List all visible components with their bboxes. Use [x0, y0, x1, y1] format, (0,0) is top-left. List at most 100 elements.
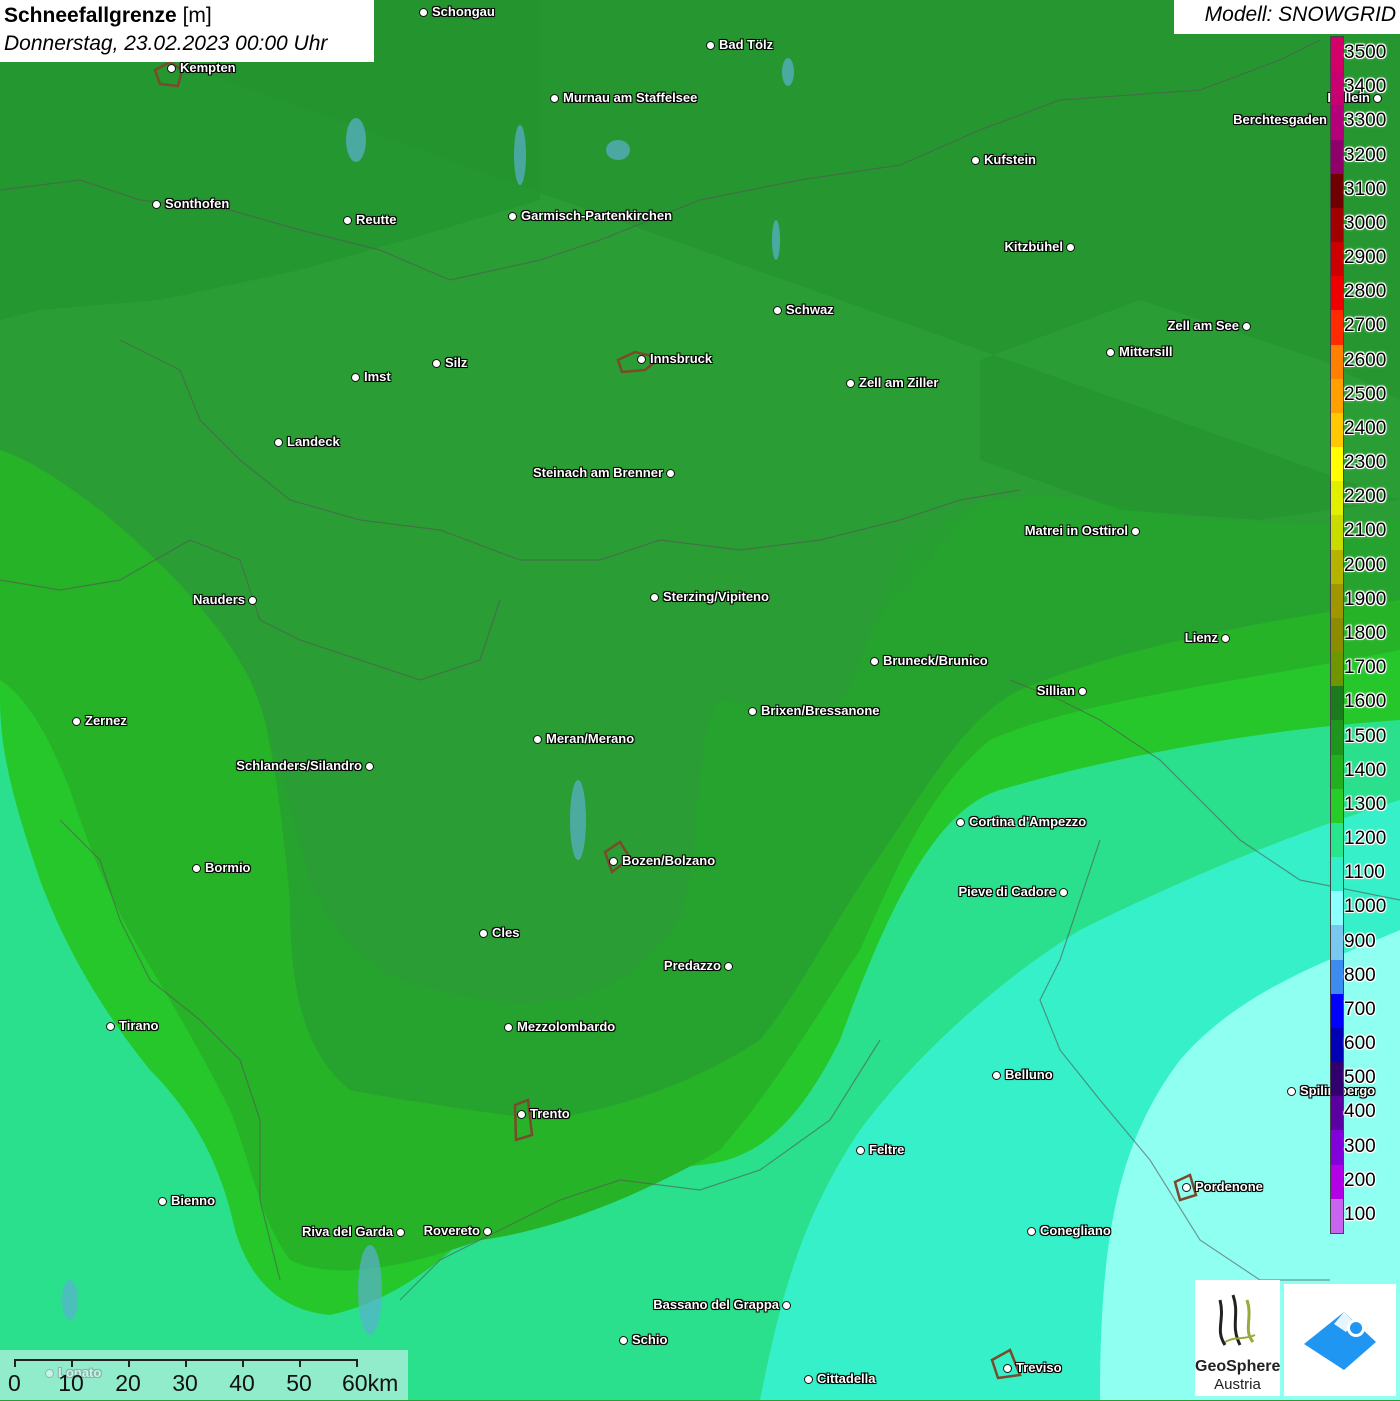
city-marker-icon[interactable] — [248, 596, 257, 605]
city-marker-icon[interactable] — [666, 469, 675, 478]
legend-label: 1100 — [1344, 862, 1385, 884]
legend-label: 800 — [1344, 964, 1376, 986]
legend-label: 2500 — [1344, 383, 1387, 405]
city-marker-icon[interactable] — [804, 1375, 813, 1384]
scale-label: 40 — [229, 1370, 255, 1396]
geosphere-emblem-icon — [1218, 1294, 1256, 1346]
city-marker-icon[interactable] — [343, 216, 352, 225]
city-marker-icon[interactable] — [158, 1197, 167, 1206]
city-marker-icon[interactable] — [72, 717, 81, 726]
city-marker-icon[interactable] — [748, 707, 757, 716]
legend-label: 1000 — [1344, 896, 1387, 918]
legend-swatch — [1331, 652, 1343, 687]
legend-swatch — [1331, 412, 1343, 448]
legend-label: 1800 — [1344, 623, 1387, 644]
city-label: Bad Tölz — [719, 37, 774, 52]
city-label: Zell am Ziller — [859, 375, 939, 390]
city-label: Steinach am Brenner — [532, 465, 663, 480]
city-label: Pordenone — [1195, 1179, 1263, 1194]
city-label: Predazzo — [663, 958, 721, 973]
city-label: Belluno — [1005, 1067, 1053, 1082]
legend-label: 2100 — [1344, 520, 1387, 542]
city-label: Bienno — [171, 1193, 216, 1208]
legend-label: 3300 — [1344, 110, 1387, 132]
city-marker-icon[interactable] — [419, 8, 428, 17]
city-marker-icon[interactable] — [106, 1022, 115, 1031]
city-marker-icon[interactable] — [971, 156, 980, 165]
city-marker-icon[interactable] — [504, 1023, 513, 1032]
city-label: Kufstein — [984, 152, 1036, 167]
city-marker-icon[interactable] — [1003, 1364, 1012, 1373]
snowgrid-logo[interactable] — [1284, 1284, 1396, 1396]
city-marker-icon[interactable] — [152, 200, 161, 209]
city-marker-icon[interactable] — [609, 857, 618, 866]
scale-tick — [356, 1359, 358, 1367]
scale-tick — [14, 1359, 16, 1367]
legend-swatch — [1331, 139, 1343, 175]
city-marker-icon[interactable] — [1182, 1183, 1191, 1192]
city-marker-icon[interactable] — [706, 41, 715, 50]
city-marker-icon[interactable] — [724, 962, 733, 971]
city-marker-icon[interactable] — [1131, 527, 1140, 536]
city-marker-icon[interactable] — [1059, 888, 1068, 897]
geosphere-logo[interactable]: GeoSphere Austria — [1195, 1280, 1280, 1396]
legend-label: 2400 — [1344, 417, 1387, 439]
city-label: Brixen/Bressanone — [761, 703, 880, 718]
legend-label: 2000 — [1344, 554, 1387, 576]
city-label: Trento — [530, 1106, 570, 1121]
city-label: Sillian — [1036, 683, 1075, 698]
city-marker-icon[interactable] — [396, 1228, 405, 1237]
city-marker-icon[interactable] — [619, 1336, 628, 1345]
legend-swatch — [1331, 1198, 1343, 1234]
city-marker-icon[interactable] — [274, 438, 283, 447]
city-marker-icon[interactable] — [1221, 634, 1230, 643]
city-marker-icon[interactable] — [550, 94, 559, 103]
legend-swatch — [1331, 549, 1343, 585]
legend-swatch — [1331, 617, 1343, 653]
city-marker-icon[interactable] — [650, 593, 659, 602]
city-marker-icon[interactable] — [167, 64, 176, 73]
city-label: Conegliano — [1040, 1223, 1111, 1238]
city-marker-icon[interactable] — [432, 359, 441, 368]
city-label: Cles — [492, 925, 520, 940]
legend-label: 500 — [1344, 1067, 1376, 1089]
city-marker-icon[interactable] — [508, 212, 517, 221]
city-marker-icon[interactable] — [365, 762, 374, 771]
city-marker-icon[interactable] — [1078, 687, 1087, 696]
legend-label: 3000 — [1344, 212, 1387, 234]
legend-swatch — [1331, 37, 1343, 72]
city-marker-icon[interactable] — [637, 355, 646, 364]
legend-swatch — [1331, 822, 1343, 858]
city-label: Cittadella — [817, 1371, 876, 1386]
city-marker-icon[interactable] — [992, 1071, 1001, 1080]
city-marker-icon[interactable] — [870, 657, 879, 666]
scale-label: 60km — [342, 1370, 399, 1396]
scale-tick — [71, 1359, 73, 1367]
city-marker-icon[interactable] — [1027, 1227, 1036, 1236]
city-marker-icon[interactable] — [856, 1146, 865, 1155]
legend-swatch — [1331, 481, 1343, 516]
city-marker-icon[interactable] — [479, 929, 488, 938]
city-label: Murnau am Staffelsee — [563, 90, 698, 105]
city-marker-icon[interactable] — [192, 864, 201, 873]
city-label: Matrei in Osttirol — [1024, 523, 1128, 538]
city-marker-icon[interactable] — [351, 373, 360, 382]
city-label: Mittersill — [1119, 344, 1173, 359]
city-marker-icon[interactable] — [1287, 1087, 1296, 1096]
city-marker-icon[interactable] — [846, 379, 855, 388]
city-marker-icon[interactable] — [773, 306, 782, 315]
city-marker-icon[interactable] — [956, 818, 965, 827]
city-marker-icon[interactable] — [1106, 348, 1115, 357]
legend-label: 1500 — [1344, 725, 1387, 747]
city-marker-icon[interactable] — [1242, 322, 1251, 331]
legend-label: 600 — [1344, 1033, 1376, 1055]
city-marker-icon[interactable] — [1066, 243, 1075, 252]
legend-swatch — [1331, 242, 1343, 277]
city-marker-icon[interactable] — [782, 1301, 791, 1310]
city-marker-icon[interactable] — [517, 1110, 526, 1119]
city-marker-icon[interactable] — [483, 1227, 492, 1236]
legend-swatch — [1331, 1027, 1343, 1063]
legend-label: 1300 — [1344, 793, 1387, 815]
city-marker-icon[interactable] — [533, 735, 542, 744]
legend-swatch — [1331, 891, 1343, 926]
